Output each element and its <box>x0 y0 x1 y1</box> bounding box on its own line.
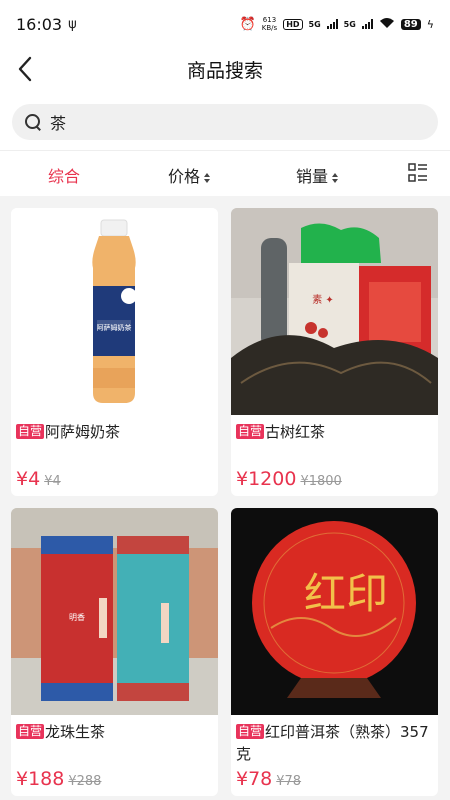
price-current: ¥188 <box>16 768 65 790</box>
product-image: 素 ✦ <box>231 208 438 415</box>
battery-icon: 89 <box>400 18 421 30</box>
network-speed-value: 613 <box>262 16 277 24</box>
product-title: 自营 古树红茶 <box>236 421 433 443</box>
sort-sales-label: 销量 <box>296 167 329 186</box>
sort-bar: 综合 价格 销量 <box>0 150 450 196</box>
search-box[interactable] <box>12 104 438 140</box>
status-time: 16:03 <box>16 14 63 34</box>
self-operated-badge: 自营 <box>236 724 265 739</box>
product-image: 阿萨姆奶茶 <box>11 208 218 415</box>
price-original: ¥78 <box>276 774 302 789</box>
page-title: 商品搜索 <box>186 60 263 82</box>
price-current: ¥4 <box>16 468 41 490</box>
product-card[interactable]: 阿萨姆奶茶 自营 阿萨姆奶茶 ¥4 ¥4 <box>11 208 218 496</box>
hd-badge: HD <box>283 18 303 30</box>
charging-icon: ϟ <box>426 17 434 31</box>
alarm-icon: ⏰ <box>239 16 256 32</box>
svg-text:素 ✦: 素 ✦ <box>312 293 334 306</box>
self-operated-badge: 自营 <box>16 424 45 439</box>
self-operated-badge: 自营 <box>236 424 265 439</box>
sort-price-label: 价格 <box>168 167 201 186</box>
sim2-label: 5G <box>343 19 356 29</box>
signal-icon <box>326 19 338 29</box>
sort-default-tab[interactable]: 综合 <box>48 163 80 187</box>
product-card[interactable]: 红印 自营 红印普洱茶（熟茶）357克 ¥78 ¥78 <box>231 508 438 796</box>
network-speed-unit: KB/s <box>261 24 278 32</box>
product-title: 自营 龙珠生茶 <box>16 721 213 743</box>
sort-arrows-icon <box>332 172 339 183</box>
bottle-label: 阿萨姆奶茶 <box>97 323 132 332</box>
sort-arrows-icon <box>204 172 211 183</box>
product-title: 自营 红印普洱茶（熟茶）357克 <box>236 721 433 765</box>
usb-icon: ψ <box>68 16 77 32</box>
product-title: 自营 阿萨姆奶茶 <box>16 421 213 443</box>
product-image: 明香 <box>11 508 218 715</box>
product-card[interactable]: 明香 自营 龙珠生茶 ¥188 ¥288 <box>11 508 218 796</box>
signal-icon-2 <box>361 19 373 29</box>
product-card[interactable]: 素 ✦ 自营 古树红茶 ¥1200 ¥1800 <box>231 208 438 496</box>
price-current: ¥1200 <box>236 468 297 490</box>
self-operated-badge: 自营 <box>16 724 45 739</box>
search-input[interactable] <box>50 112 410 132</box>
sort-price-tab[interactable]: 价格 <box>168 163 211 187</box>
price-current: ¥78 <box>236 768 273 790</box>
cake-stamp: 红印 <box>304 569 388 618</box>
status-icons: ⏰ 613 KB/s HD 5G 5G 89 ϟ <box>240 16 434 32</box>
search-icon <box>24 113 42 131</box>
product-name: 龙珠生茶 <box>45 723 106 741</box>
product-name: 古树红茶 <box>265 423 326 441</box>
product-image: 红印 <box>231 508 438 715</box>
network-speed: 613 KB/s <box>262 16 277 32</box>
grid-list-toggle-icon[interactable] <box>408 163 428 183</box>
product-price: ¥1200 ¥1800 <box>236 468 342 490</box>
product-name: 红印普洱茶（熟茶）357克 <box>236 723 429 763</box>
sim1-label: 5G <box>308 19 321 29</box>
product-price: ¥78 ¥78 <box>236 768 301 790</box>
price-original: ¥288 <box>68 774 102 789</box>
app-header: 商品搜索 <box>0 48 450 92</box>
sort-sales-tab[interactable]: 销量 <box>296 163 339 187</box>
tin-label: 明香 <box>69 612 85 622</box>
search-section <box>0 92 450 150</box>
product-name: 阿萨姆奶茶 <box>45 423 121 441</box>
status-bar: 16:03 ψ ⏰ 613 KB/s HD 5G 5G 89 ϟ <box>0 0 450 48</box>
product-price: ¥188 ¥288 <box>16 768 101 790</box>
price-original: ¥1800 <box>300 474 342 489</box>
product-price: ¥4 ¥4 <box>16 468 61 490</box>
price-original: ¥4 <box>44 474 61 489</box>
wifi-icon <box>379 17 395 32</box>
